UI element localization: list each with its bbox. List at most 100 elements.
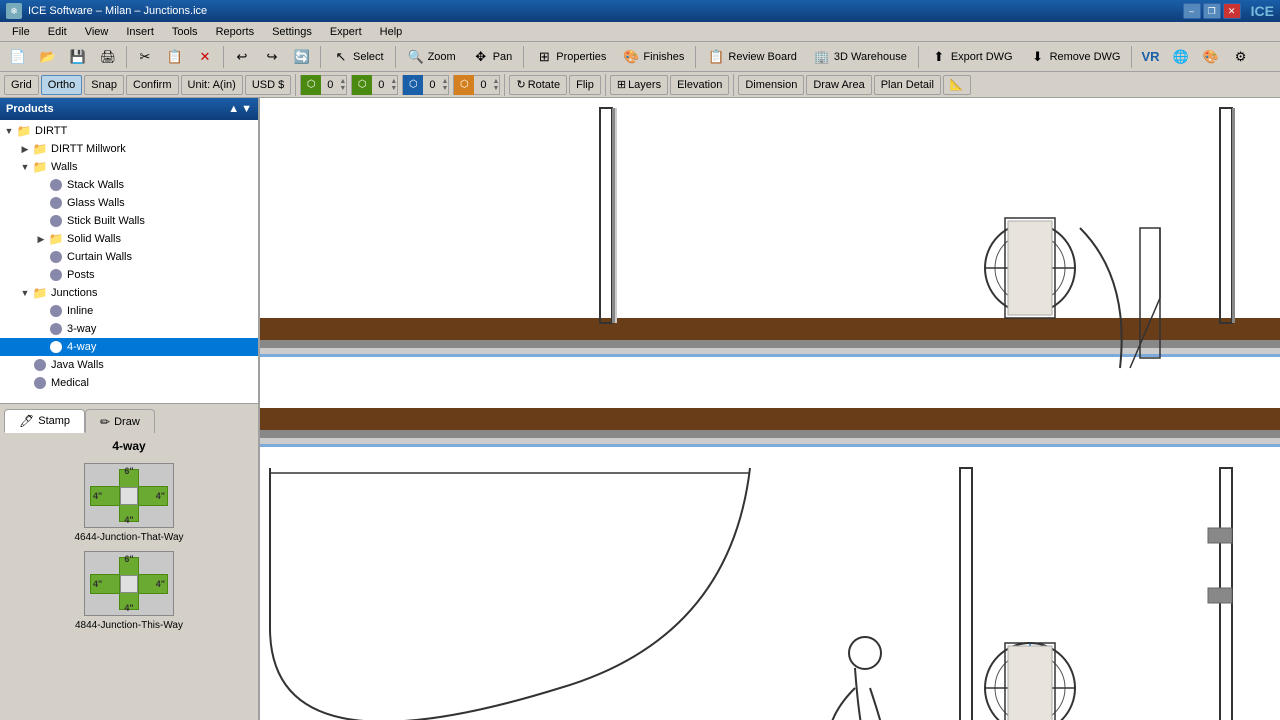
counter-green1-arrows[interactable]: ▲▼ [339,78,346,92]
app-title: ICE Software – Milan – Junctions.ice [28,5,207,17]
globe-button[interactable]: 🌐 [1167,45,1195,69]
sep2 [223,46,224,68]
tree-area[interactable]: ▼ 📁 DIRTT ▶ 📁 DIRTT Millwork ▼ 📁 Walls [0,120,258,403]
canvas-area[interactable]: 171' - 1 3/8", 36' - 10 3/4" [260,98,1280,720]
tab-stamp[interactable]: 🖊 Stamp [4,409,85,433]
tree-node-3way[interactable]: · 3-way [0,320,258,338]
tree-node-medical[interactable]: · Medical [0,374,258,392]
menu-expert[interactable]: Expert [322,24,370,40]
counter-orange-arrows[interactable]: ▲▼ [493,78,500,92]
expand-dirtt-millwork[interactable]: ▶ [18,142,32,156]
export-dwg-button[interactable]: ⬆ Export DWG [923,45,1020,69]
menu-view[interactable]: View [77,24,117,40]
plan-detail-button[interactable]: Plan Detail [874,75,941,95]
tree-node-java-walls[interactable]: · Java Walls [0,356,258,374]
tree-node-walls[interactable]: ▼ 📁 Walls [0,158,258,176]
new-button[interactable]: 📄 [4,45,32,69]
tree-scroll-down[interactable]: ▼ [241,103,252,115]
label-junctions: Junctions [51,287,97,299]
stamp-area: 4-way 6" 4" 4" 4" 4644-Junction-That-Way [0,433,258,720]
finishes-button[interactable]: 🎨 Finishes [615,45,691,69]
settings-button[interactable]: ⚙ [1227,45,1255,69]
cut-button[interactable]: ✂ [131,45,159,69]
tree-node-stick-built-walls[interactable]: · Stick Built Walls [0,212,258,230]
review-board-button[interactable]: 📋 Review Board [700,45,803,69]
menu-file[interactable]: File [4,24,38,40]
restore-button[interactable]: ❐ [1203,3,1221,19]
tree-node-dirtt[interactable]: ▼ 📁 DIRTT [0,122,258,140]
menu-reports[interactable]: Reports [208,24,263,40]
expand-solid-walls[interactable]: ▶ [34,232,48,246]
counter-green1-val: 0 [321,79,339,91]
leaf-icon-4way [48,339,64,355]
counter-blue-arrows[interactable]: ▲▼ [441,78,448,92]
sep-tb2-1 [295,74,296,96]
confirm-button[interactable]: Confirm [126,75,179,95]
grid-button[interactable]: Grid [4,75,39,95]
folder-icon-dirtt: 📁 [16,123,32,139]
dimension-button[interactable]: Dimension [738,75,804,95]
menu-insert[interactable]: Insert [118,24,162,40]
undo-button[interactable]: ↩ [228,45,256,69]
junction-tile-1[interactable]: 6" 4" 4" 4" 4644-Junction-That-Way [74,463,183,543]
app-logo: ICE [1251,3,1274,19]
tree-node-junctions[interactable]: ▼ 📁 Junctions [0,284,258,302]
pan-icon: ✥ [472,48,490,66]
junction-tile-2[interactable]: 6" 4" 4" 4" 4844-Junction-This-Way [75,551,183,631]
properties-button[interactable]: ⊞ Properties [528,45,613,69]
redo2-button[interactable]: 🔄 [288,45,316,69]
snap-button[interactable]: Snap [84,75,124,95]
counter-green2-arrows[interactable]: ▲▼ [390,78,397,92]
save-button[interactable]: 💾 [64,45,92,69]
menu-settings[interactable]: Settings [264,24,320,40]
expand-walls[interactable]: ▼ [18,160,32,174]
pan-button[interactable]: ✥ Pan [465,45,520,69]
menu-help[interactable]: Help [372,24,411,40]
tab-draw[interactable]: ✏ Draw [85,409,155,433]
menu-edit[interactable]: Edit [40,24,75,40]
zoom-button[interactable]: 🔍 Zoom [400,45,463,69]
junction-label-2: 4844-Junction-This-Way [75,620,183,631]
measure-icon: 📐 [950,78,964,91]
expand-dirtt[interactable]: ▼ [2,124,16,138]
open-button[interactable]: 📂 [34,45,62,69]
tree-node-solid-walls[interactable]: ▶ 📁 Solid Walls [0,230,258,248]
measure-button[interactable]: 📐 [943,75,971,95]
zoom-icon: 🔍 [407,48,425,66]
3d-warehouse-button[interactable]: 🏢 3D Warehouse [806,45,914,69]
tree-node-inline[interactable]: · Inline [0,302,258,320]
minimize-button[interactable]: – [1183,3,1201,19]
tree-node-glass-walls[interactable]: · Glass Walls [0,194,258,212]
layers-button[interactable]: ⊞ Layers [610,75,668,95]
draw-area-button[interactable]: Draw Area [806,75,871,95]
counter-green1: ⬡ 0 ▲▼ [300,75,347,95]
expand-4way: · [34,340,48,354]
redo-button[interactable]: ↪ [258,45,286,69]
palette-icon: 🎨 [1202,48,1220,66]
counter-blue-icon: ⬡ [403,75,423,95]
tree-node-4way[interactable]: · 4-way [0,338,258,356]
close-button[interactable]: ✕ [1223,3,1241,19]
palette-button[interactable]: 🎨 [1197,45,1225,69]
rotate-button[interactable]: ↻ Rotate [509,75,567,95]
expand-junctions[interactable]: ▼ [18,286,32,300]
unit-button[interactable]: Unit: A(in) [181,75,243,95]
select-button[interactable]: ↖ Select [325,45,391,69]
delete-button[interactable]: ✕ [191,45,219,69]
tree-node-posts[interactable]: · Posts [0,266,258,284]
expand-stick-built: · [34,214,48,228]
tree-node-dirtt-millwork[interactable]: ▶ 📁 DIRTT Millwork [0,140,258,158]
remove-dwg-button[interactable]: ⬇ Remove DWG [1022,45,1128,69]
copy-button[interactable]: 📋 [161,45,189,69]
flip-button[interactable]: Flip [569,75,601,95]
tree-scroll-up[interactable]: ▲ [228,103,239,115]
ortho-button[interactable]: Ortho [41,75,83,95]
menu-tools[interactable]: Tools [164,24,206,40]
elevation-button[interactable]: Elevation [670,75,729,95]
tree-node-curtain-walls[interactable]: · Curtain Walls [0,248,258,266]
vr-button[interactable]: VR [1136,45,1164,69]
usd-button[interactable]: USD $ [245,75,291,95]
leaf-icon-inline [48,303,64,319]
tree-node-stack-walls[interactable]: · Stack Walls [0,176,258,194]
print-button[interactable]: 🖨 [94,45,122,69]
